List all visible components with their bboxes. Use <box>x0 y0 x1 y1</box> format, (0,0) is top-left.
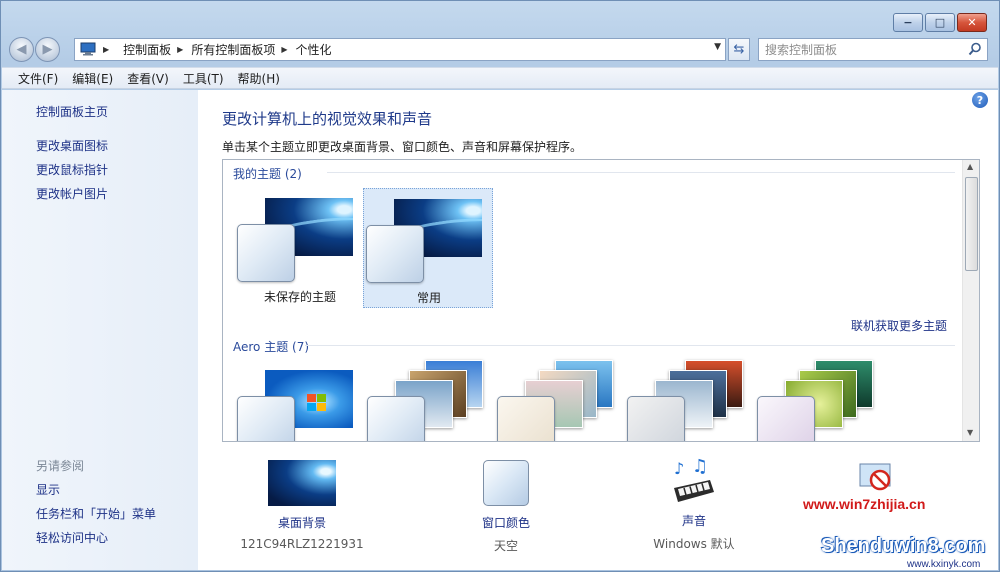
watermark-site1: www.win7zhijia.cn <box>803 496 926 512</box>
theme-glass-thumb <box>497 396 555 441</box>
my-themes-heading: 我的主题 (2) <box>233 167 302 181</box>
watermark-site3: www.kxinyk.com <box>907 559 981 570</box>
sounds-label: 声音 <box>681 514 706 528</box>
windows-logo-icon <box>307 394 327 412</box>
menu-view[interactable]: 查看(V) <box>127 70 169 87</box>
search-icon[interactable] <box>968 42 982 59</box>
search-input[interactable]: 搜索控制面板 <box>758 37 988 61</box>
page-subtitle: 单击某个主题立即更改桌面背景、窗口颜色、声音和屏幕保护程序。 <box>222 140 583 154</box>
aero-theme-windows7[interactable] <box>235 360 365 441</box>
aero-theme-nature[interactable] <box>755 360 885 441</box>
nav-buttons: ◀ ▶ <box>9 36 60 62</box>
sounds-value: Windows 默认 <box>653 537 735 551</box>
sidebar-mouse-pointer-link[interactable]: 更改鼠标指针 <box>36 161 108 178</box>
desktop-background-setting[interactable]: 桌面背景 121C94RLZ1221931 <box>238 460 366 551</box>
section-divider <box>305 345 955 346</box>
theme-name: 常用 <box>416 291 441 305</box>
aero-theme-landscapes[interactable] <box>625 360 755 441</box>
sounds-setting[interactable]: ♪ ♫ 声音 Windows 默认 <box>630 456 758 552</box>
theme-list[interactable]: 我的主题 (2) 未保存的主题 常用 联机获取更多主题 Aero 主题 (7) <box>222 159 980 442</box>
section-divider <box>327 172 955 173</box>
window-color-icon <box>483 460 529 506</box>
sidebar-display-link[interactable]: 显示 <box>36 481 60 498</box>
help-icon[interactable]: ? <box>972 92 988 108</box>
minimize-button[interactable]: − <box>893 13 923 32</box>
breadcrumb-sep-0[interactable]: ▶ <box>103 45 117 54</box>
address-bar[interactable]: ▶ 控制面板 ▶ 所有控制面板项 ▶ 个性化 ▼ <box>74 37 726 61</box>
caption-buttons: − □ ✕ <box>893 13 987 32</box>
theme-name: 未保存的主题 <box>263 290 336 304</box>
svg-text:♪: ♪ <box>674 459 684 478</box>
menu-tools[interactable]: 工具(T) <box>183 70 224 87</box>
sidebar-taskbar-link[interactable]: 任务栏和「开始」菜单 <box>36 505 156 522</box>
menu-bar: 文件(F) 编辑(E) 查看(V) 工具(T) 帮助(H) <box>2 67 998 89</box>
chevron-right-icon: ▶ <box>103 44 110 54</box>
screen-saver-setting[interactable] <box>858 462 898 500</box>
menu-file[interactable]: 文件(F) <box>18 70 58 87</box>
maximize-button[interactable]: □ <box>925 13 955 32</box>
personalization-window: − □ ✕ ◀ ▶ ▶ 控制面板 ▶ 所有控制面板项 ▶ 个性化 ▼ ⇆ 搜索控制面… <box>0 0 1000 572</box>
window-color-value: 天空 <box>493 539 518 553</box>
scroll-up-icon[interactable]: ▲ <box>967 162 973 171</box>
desktop-background-label: 桌面背景 <box>277 516 326 530</box>
theme-unsaved[interactable]: 未保存的主题 <box>235 188 365 306</box>
desktop-background-icon <box>268 460 336 506</box>
window-color-setting[interactable]: 窗口颜色 天空 <box>442 460 570 554</box>
breadcrumb-label: 所有控制面板项 <box>191 42 276 57</box>
chevron-right-icon: ▶ <box>177 44 184 54</box>
sidebar-account-picture-link[interactable]: 更改帐户图片 <box>36 185 108 202</box>
theme-glass-thumb <box>237 224 295 282</box>
scroll-down-icon[interactable]: ▼ <box>967 428 973 437</box>
search-placeholder: 搜索控制面板 <box>765 42 838 57</box>
theme-glass-thumb <box>367 396 425 441</box>
sidebar-desktop-icons-link[interactable]: 更改桌面图标 <box>36 137 108 154</box>
sidebar-ease-of-access-link[interactable]: 轻松访问中心 <box>36 529 108 546</box>
back-arrow-icon: ◀ <box>16 41 27 57</box>
sidebar: 控制面板主页 更改桌面图标 更改鼠标指针 更改帐户图片 另请参阅 显示 任务栏和… <box>2 90 198 570</box>
forward-button[interactable]: ▶ <box>35 36 60 62</box>
breadcrumb-control-panel[interactable]: 控制面板 <box>123 41 171 58</box>
menu-edit[interactable]: 编辑(E) <box>72 70 113 87</box>
desktop-background-value: 121C94RLZ1221931 <box>240 537 364 551</box>
breadcrumb-personalization[interactable]: ▶ 个性化 <box>281 41 331 58</box>
theme-glass-thumb <box>627 396 685 441</box>
breadcrumb-all-items[interactable]: ▶ 所有控制面板项 <box>177 41 275 58</box>
scroll-thumb[interactable] <box>965 177 978 271</box>
theme-common-selected[interactable]: 常用 <box>363 188 493 308</box>
back-button[interactable]: ◀ <box>9 36 34 62</box>
screen-saver-icon <box>859 463 891 491</box>
refresh-button[interactable]: ⇆ <box>728 37 750 61</box>
aero-theme-architecture[interactable] <box>365 360 495 441</box>
theme-glass-thumb <box>366 225 424 283</box>
chevron-right-icon: ▶ <box>281 44 288 54</box>
theme-glass-thumb <box>757 396 815 441</box>
refresh-icon: ⇆ <box>733 41 745 57</box>
chevron-down-icon[interactable]: ▼ <box>714 42 721 52</box>
get-more-themes-link[interactable]: 联机获取更多主题 <box>851 317 947 334</box>
breadcrumb-label: 个性化 <box>295 42 332 57</box>
forward-arrow-icon: ▶ <box>42 41 53 57</box>
page-title: 更改计算机上的视觉效果和声音 <box>222 110 433 128</box>
sounds-icon: ♪ ♫ <box>670 456 718 506</box>
close-button[interactable]: ✕ <box>957 13 987 32</box>
window-color-label: 窗口颜色 <box>481 516 530 530</box>
theme-list-scrollbar[interactable]: ▲ ▼ <box>962 160 979 441</box>
sidebar-home-link[interactable]: 控制面板主页 <box>36 103 108 120</box>
watermark-site2: Shenduwin8.com <box>821 535 986 557</box>
see-also-heading: 另请参阅 <box>36 459 85 473</box>
control-panel-icon <box>79 41 97 57</box>
theme-glass-thumb <box>237 396 295 441</box>
breadcrumb-label: 控制面板 <box>123 42 172 57</box>
aero-theme-characters[interactable] <box>495 360 625 441</box>
svg-text:♫: ♫ <box>692 458 708 477</box>
navigation-bar: ◀ ▶ ▶ 控制面板 ▶ 所有控制面板项 ▶ 个性化 ▼ ⇆ 搜索控制面板 <box>9 35 993 63</box>
aero-themes-heading: Aero 主题 (7) <box>233 340 310 354</box>
menu-help[interactable]: 帮助(H) <box>238 70 280 87</box>
